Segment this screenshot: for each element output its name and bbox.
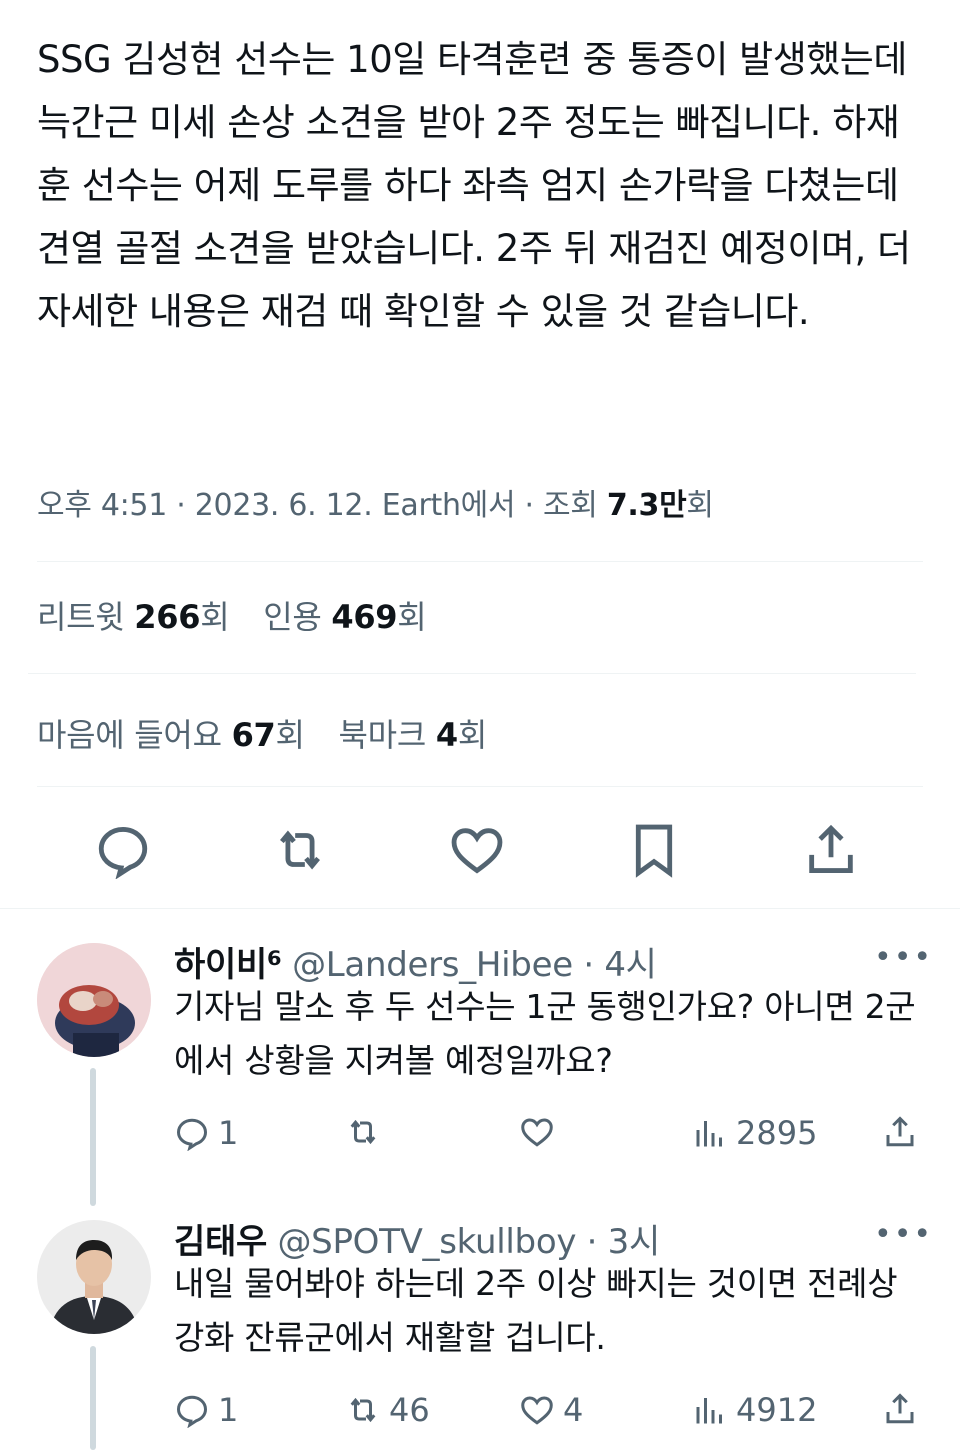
views-value: 7.3만 xyxy=(606,488,687,523)
reply-icon xyxy=(176,1395,208,1428)
reply-icon xyxy=(176,1118,208,1151)
divider xyxy=(37,786,923,787)
quotes-value: 469 xyxy=(331,598,398,636)
divider xyxy=(0,908,960,909)
likes-label: 마음에 들어요 xyxy=(37,716,222,754)
retweets-stat[interactable]: 리트윗 266회 xyxy=(37,598,239,636)
reply-button[interactable]: 1 xyxy=(174,1391,238,1429)
reply-avatar-1[interactable] xyxy=(37,943,151,1057)
bookmark-icon xyxy=(635,824,673,878)
views-button[interactable]: 2895 xyxy=(692,1114,817,1152)
reply-count: 1 xyxy=(218,1391,239,1429)
retweet-button[interactable] xyxy=(265,812,335,888)
view-count: 2895 xyxy=(736,1114,818,1152)
share-icon xyxy=(809,824,853,873)
share-icon xyxy=(886,1116,914,1147)
reply-time[interactable]: · 3시 xyxy=(587,1222,661,1262)
retweets-unit: 회 xyxy=(200,598,230,636)
share-button[interactable] xyxy=(882,1114,918,1150)
likes-stat[interactable]: 마음에 들어요 67회 xyxy=(37,716,315,754)
analytics-icon xyxy=(696,1398,722,1424)
bookmarks-label: 북마크 xyxy=(338,716,427,754)
quotes-stat[interactable]: 인용 469회 xyxy=(263,598,427,636)
retweets-value: 266 xyxy=(134,598,201,636)
reply-button[interactable] xyxy=(88,812,158,888)
reply-text: 기자님 말소 후 두 선수는 1군 동행인가요? 아니면 2군에서 상황을 지켜… xyxy=(174,987,916,1080)
like-icon xyxy=(521,1118,553,1147)
retweet-icon xyxy=(350,1119,376,1145)
retweet-button[interactable]: 46 xyxy=(345,1391,430,1429)
reply-header-1: 하이비⁶ @Landers_Hibee · 4시 xyxy=(174,937,657,986)
bookmarks-value: 4 xyxy=(435,716,458,754)
bookmarks-unit: 회 xyxy=(457,716,487,754)
like-count: 4 xyxy=(563,1391,584,1429)
more-options-button[interactable]: ••• xyxy=(874,940,933,975)
reply-button[interactable]: 1 xyxy=(174,1114,238,1152)
quotes-unit: 회 xyxy=(397,598,427,636)
avatar-image xyxy=(37,943,151,1057)
tweet-meta: 오후 4:51 · 2023. 6. 12. Earth에서 · 조회 7.3만… xyxy=(37,488,714,523)
share-icon xyxy=(886,1393,914,1424)
reply-count: 1 xyxy=(218,1114,239,1152)
analytics-icon xyxy=(696,1121,722,1147)
reply-header-2: 김태우 @SPOTV_skullboy · 3시 xyxy=(174,1214,660,1263)
stats-row-retweets: 리트윗 266회 인용 469회 xyxy=(37,592,927,638)
like-button[interactable] xyxy=(519,1114,563,1150)
reply-icon xyxy=(98,827,148,879)
reply-author-name[interactable]: 하이비⁶ xyxy=(174,945,282,985)
like-button[interactable] xyxy=(442,812,512,888)
reply-action-bar-1: 1 2895 xyxy=(0,1114,960,1158)
retweet-icon xyxy=(350,1397,376,1423)
divider xyxy=(28,673,916,674)
tweet-text: SSG 김성현 선수는 10일 타격훈련 중 통증이 발생했는데 늑간근 미세 … xyxy=(37,38,911,333)
reply-avatar-2[interactable] xyxy=(37,1220,151,1334)
reply-time[interactable]: · 4시 xyxy=(583,945,657,985)
stats-row-likes: 마음에 들어요 67회 북마크 4회 xyxy=(37,710,927,756)
retweet-button[interactable] xyxy=(345,1114,389,1150)
more-options-button[interactable]: ••• xyxy=(874,1217,933,1252)
reply-author-handle[interactable]: @SPOTV_skullboy xyxy=(277,1222,576,1262)
share-button[interactable] xyxy=(796,812,866,888)
tweet-source: Earth에서 xyxy=(381,488,516,523)
divider xyxy=(37,561,923,562)
likes-value: 67 xyxy=(231,716,276,754)
like-icon xyxy=(521,1396,553,1425)
reply-author-name[interactable]: 김태우 xyxy=(174,1222,267,1262)
views-label: 조회 xyxy=(543,488,598,523)
tweet-time[interactable]: 오후 4:51 xyxy=(37,488,167,523)
like-button[interactable]: 4 xyxy=(519,1391,583,1429)
retweet-count: 46 xyxy=(389,1391,430,1429)
reply-action-bar-2: 1 46 4 4912 xyxy=(0,1391,960,1435)
tweet-date[interactable]: 2023. 6. 12. xyxy=(195,488,373,523)
like-icon xyxy=(451,828,503,874)
views-unit: 회 xyxy=(686,488,714,523)
view-count: 4912 xyxy=(736,1391,818,1429)
avatar-image xyxy=(37,1220,151,1334)
reply-text: 내일 물어봐야 하는데 2주 이상 빠지는 것이면 전례상 강화 잔류군에서 재… xyxy=(174,1264,898,1357)
tweet-action-bar xyxy=(0,812,960,888)
reply-author-handle[interactable]: @Landers_Hibee xyxy=(292,945,573,985)
bookmark-button[interactable] xyxy=(619,812,689,888)
retweet-icon xyxy=(280,830,320,870)
quotes-label: 인용 xyxy=(263,598,322,636)
retweets-label: 리트윗 xyxy=(37,598,125,636)
likes-unit: 회 xyxy=(275,716,305,754)
share-button[interactable] xyxy=(882,1391,918,1427)
bookmarks-stat[interactable]: 북마크 4회 xyxy=(338,716,488,754)
views-button[interactable]: 4912 xyxy=(692,1391,817,1429)
